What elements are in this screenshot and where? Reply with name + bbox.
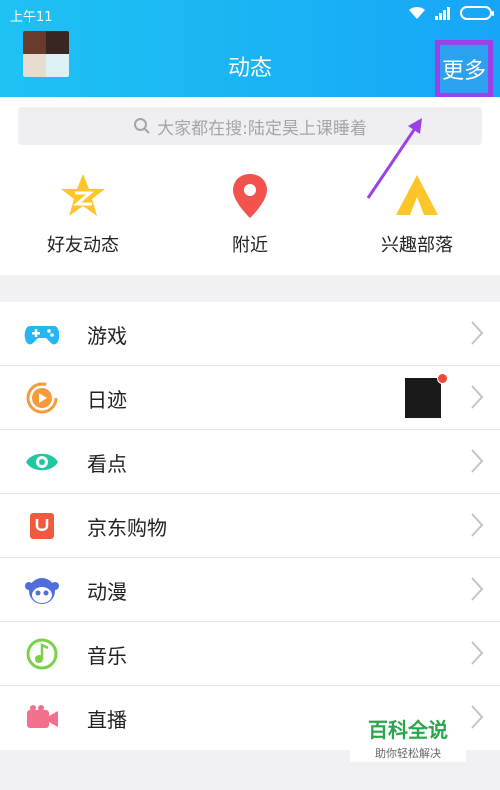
signal-icon <box>435 7 450 20</box>
more-button-label: 更多 <box>441 59 486 84</box>
jd-bag-icon <box>30 513 54 539</box>
list-item-kandian[interactable]: 看点 <box>0 430 500 494</box>
chevron-right-icon <box>471 385 484 409</box>
gamepad-icon <box>24 326 60 345</box>
battery-icon <box>460 6 494 20</box>
quick-entry-friends[interactable]: 好友动态 <box>0 161 166 275</box>
new-badge <box>437 373 448 384</box>
list-item-label: 动漫 <box>87 580 127 604</box>
list-item-games[interactable]: 游戏 <box>0 302 500 366</box>
quick-entry-label: 兴趣部落 <box>381 235 453 256</box>
feature-list: 游戏 日迹 看点 京东购物 动漫 音乐 直播 <box>0 302 500 750</box>
list-item-label: 游戏 <box>87 324 127 348</box>
chevron-right-icon <box>471 449 484 473</box>
play-circle-icon <box>26 382 58 414</box>
more-button[interactable]: 更多 <box>435 40 493 98</box>
video-camera-icon <box>27 705 58 728</box>
status-time: 上午11 <box>10 10 53 25</box>
qzone-star-icon <box>61 174 105 216</box>
chevron-right-icon <box>471 577 484 601</box>
list-item-label: 京东购物 <box>87 516 167 540</box>
quick-entry-label: 好友动态 <box>47 235 119 256</box>
top-header: 上午11 动态 更多 <box>0 0 500 98</box>
chevron-right-icon <box>471 641 484 665</box>
list-item-label: 日迹 <box>87 388 127 412</box>
chevron-right-icon <box>471 705 484 729</box>
list-item-label: 直播 <box>87 708 127 732</box>
music-note-icon <box>26 638 58 670</box>
list-item-anime[interactable]: 动漫 <box>0 558 500 622</box>
anime-face-icon <box>25 578 59 604</box>
list-item-footprints[interactable]: 日迹 <box>0 366 500 430</box>
eye-icon <box>26 453 58 471</box>
status-icons <box>408 6 494 20</box>
preview-thumbnail <box>405 378 441 418</box>
watermark: 百科全说 助你轻松解决 <box>350 712 466 762</box>
annotation-arrow <box>366 118 422 199</box>
watermark-title: 百科全说 <box>368 718 448 742</box>
watermark-subtitle: 助你轻松解决 <box>375 747 441 760</box>
list-item-label: 看点 <box>87 452 127 476</box>
search-icon <box>134 118 150 134</box>
wifi-icon <box>409 6 425 19</box>
location-pin-icon <box>233 174 267 218</box>
quick-entry-label: 附近 <box>232 235 268 256</box>
list-item-music[interactable]: 音乐 <box>0 622 500 686</box>
page-title: 动态 <box>227 56 272 81</box>
chevron-right-icon <box>471 321 484 345</box>
search-placeholder: 大家都在搜:陆定昊上课睡着 <box>157 118 367 139</box>
list-item-label: 音乐 <box>87 644 127 668</box>
chevron-right-icon <box>471 513 484 537</box>
list-item-jd-shopping[interactable]: 京东购物 <box>0 494 500 558</box>
quick-entry-nearby[interactable]: 附近 <box>167 161 333 275</box>
